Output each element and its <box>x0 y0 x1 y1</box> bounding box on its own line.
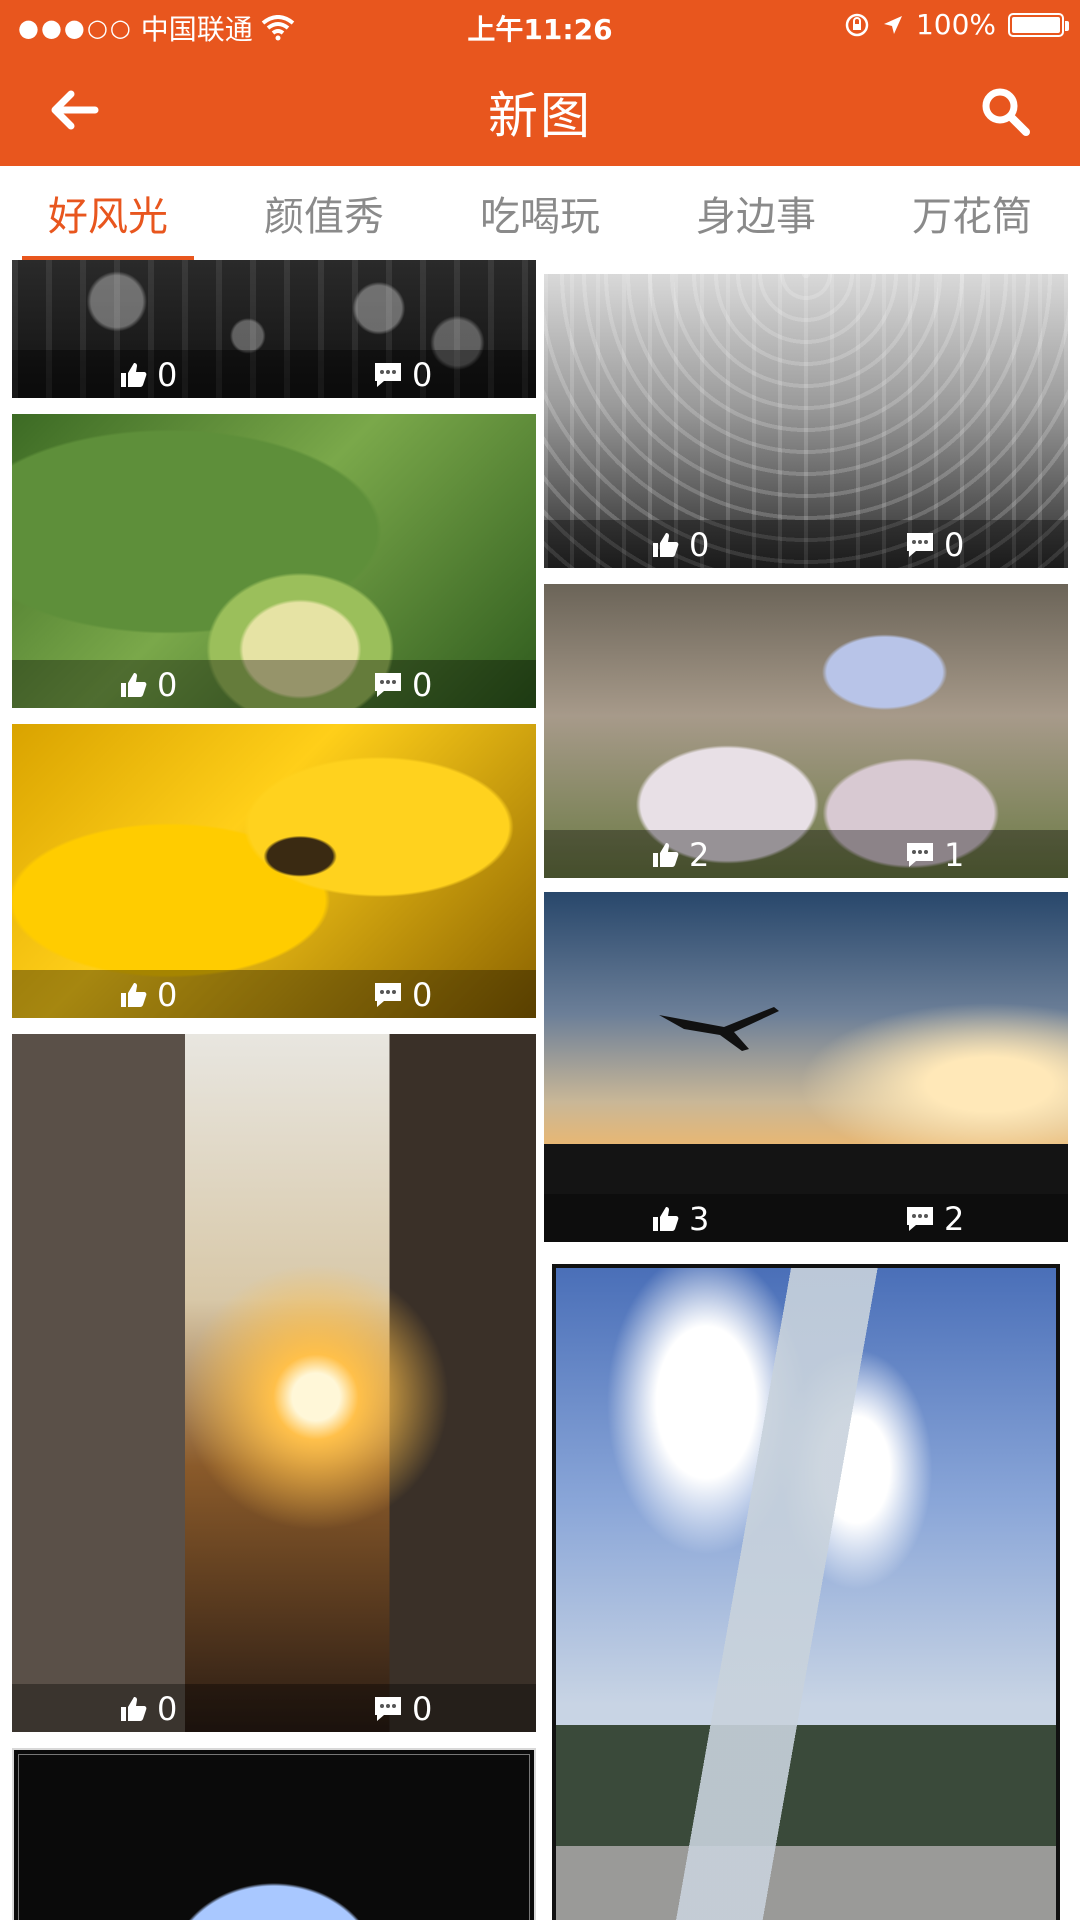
comment-icon <box>907 533 933 557</box>
photo-image <box>544 892 1068 1242</box>
comment-count: 0 <box>412 1690 433 1728</box>
tab-nearby[interactable]: 身边事 <box>648 166 864 260</box>
comment-button[interactable]: 0 <box>372 976 432 1014</box>
comment-button[interactable]: 0 <box>904 526 964 564</box>
page-title: 新图 <box>488 87 592 145</box>
status-right: 100% <box>844 8 1069 41</box>
tab-scenery[interactable]: 好风光 <box>0 166 216 260</box>
tab-kaleidoscope[interactable]: 万花筒 <box>864 166 1080 260</box>
thumbs-up-icon <box>121 673 147 697</box>
comment-icon <box>375 363 401 387</box>
search-icon <box>982 88 1030 136</box>
photo-stats: 3 2 <box>544 1194 1068 1242</box>
comment-button[interactable]: 0 <box>372 666 432 704</box>
tab-looks[interactable]: 颜值秀 <box>216 166 432 260</box>
like-button[interactable]: 0 <box>117 1690 177 1728</box>
like-button[interactable]: 0 <box>117 356 177 394</box>
photo-card[interactable]: 2 1 <box>544 584 1068 878</box>
tab-label: 颜值秀 <box>264 194 384 240</box>
comment-count: 0 <box>412 666 433 704</box>
location-arrow-icon <box>883 15 902 34</box>
like-button[interactable]: 0 <box>649 526 709 564</box>
like-count: 0 <box>157 356 178 394</box>
thumbs-up-icon <box>653 533 679 557</box>
search-button[interactable] <box>978 84 1034 140</box>
photo-frame <box>18 1754 530 1920</box>
photo-stats: 0 0 <box>12 350 536 398</box>
like-button[interactable]: 0 <box>117 666 177 704</box>
like-count: 0 <box>157 1690 178 1728</box>
tab-label: 万花筒 <box>912 194 1032 240</box>
status-bar: ●●●○○ 中国联通 上午11:26 100% <box>0 0 1080 54</box>
battery-fill <box>1012 16 1060 33</box>
photo-card[interactable]: 0 0 <box>12 414 536 708</box>
tab-label: 好风光 <box>48 194 168 240</box>
comment-count: 0 <box>412 976 433 1014</box>
comment-button[interactable]: 0 <box>372 1690 432 1728</box>
like-count: 3 <box>689 1200 710 1238</box>
rotation-lock-icon <box>845 13 869 36</box>
photo-image <box>12 1748 536 1920</box>
photo-stats: 0 0 <box>12 970 536 1018</box>
comment-icon <box>375 1697 401 1721</box>
comment-button[interactable]: 1 <box>904 836 964 874</box>
like-count: 0 <box>157 976 178 1014</box>
like-button[interactable]: 3 <box>649 1200 709 1238</box>
battery-percent: 100% <box>915 8 996 41</box>
tab-label: 身边事 <box>696 194 816 240</box>
photo-stats: 0 0 <box>12 660 536 708</box>
thumbs-up-icon <box>121 983 147 1007</box>
comment-icon <box>375 673 401 697</box>
photo-stats: 0 0 <box>544 520 1068 568</box>
comment-button[interactable]: 2 <box>904 1200 964 1238</box>
comment-count: 1 <box>944 836 965 874</box>
comment-button[interactable]: 0 <box>372 356 432 394</box>
airplane-silhouette <box>659 1007 779 1051</box>
thumbs-up-icon <box>653 843 679 867</box>
thumbs-up-icon <box>653 1207 679 1231</box>
photo-card[interactable]: 3 2 <box>544 892 1068 1242</box>
comment-count: 0 <box>944 526 965 564</box>
like-count: 0 <box>157 666 178 704</box>
comment-count: 0 <box>412 356 433 394</box>
battery-icon <box>1008 12 1069 37</box>
app-header: 新图 <box>0 54 1080 166</box>
thumbs-up-icon <box>121 1697 147 1721</box>
photo-stats: 0 0 <box>12 1684 536 1732</box>
like-button[interactable]: 0 <box>117 976 177 1014</box>
photo-card[interactable]: 0 0 <box>12 260 536 398</box>
photo-card[interactable] <box>552 1264 1060 1920</box>
photo-image <box>552 1264 1060 1920</box>
photo-card[interactable]: 0 0 <box>12 1034 536 1732</box>
comment-icon <box>907 843 933 867</box>
like-count: 0 <box>689 526 710 564</box>
photo-card[interactable]: 0 0 <box>544 274 1068 568</box>
category-tabs: 好风光 颜值秀 吃喝玩 身边事 万花筒 <box>0 166 1080 261</box>
comment-icon <box>907 1207 933 1231</box>
photo-stats: 2 1 <box>544 830 1068 878</box>
comment-icon <box>375 983 401 1007</box>
like-count: 2 <box>689 836 710 874</box>
photo-image <box>12 1034 536 1732</box>
tab-label: 吃喝玩 <box>480 194 600 240</box>
photo-feed[interactable]: 0 0 0 0 0 0 0 0 0 0 2 1 3 2 <box>0 260 1080 1920</box>
photo-card[interactable]: 0 0 <box>12 724 536 1018</box>
photo-card[interactable] <box>12 1748 536 1920</box>
thumbs-up-icon <box>121 363 147 387</box>
tab-food-fun[interactable]: 吃喝玩 <box>432 166 648 260</box>
comment-count: 2 <box>944 1200 965 1238</box>
like-button[interactable]: 2 <box>649 836 709 874</box>
